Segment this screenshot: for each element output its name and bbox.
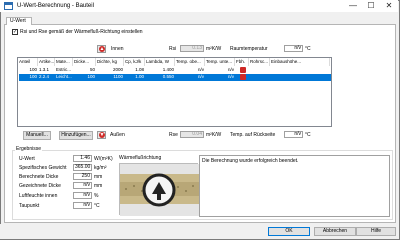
table-cell: 1.00: [135, 74, 144, 79]
column-header[interactable]: Dicke...: [73, 58, 96, 66]
app-icon: [4, 2, 13, 10]
humidity-label: Luftfeuchte innen: [19, 193, 58, 199]
table-cell: Leicht...: [56, 74, 72, 79]
column-header[interactable]: Temp. obe...: [175, 58, 205, 66]
back-temp-unit: °C: [305, 132, 311, 138]
room-temp-label: Raumtemperatur: [230, 46, 268, 52]
ok-button[interactable]: OK: [268, 227, 310, 236]
column-header[interactable]: Cp, kJ/k: [124, 58, 145, 66]
weight-unit: kg/m²: [94, 165, 107, 171]
table-cell: 2000: [112, 67, 123, 72]
calc-thickness-label: Berechnete Dicke: [19, 174, 59, 180]
inside-label: Innen: [111, 46, 124, 52]
flow-direction-checkbox[interactable]: ✓: [12, 29, 18, 35]
back-temp-field[interactable]: n/v: [284, 131, 303, 138]
results-group-title: Ergebnisse: [15, 146, 43, 152]
result-message: Die Berechnung wurde erfolgreich beendet…: [202, 158, 299, 164]
rsi-label: Rsi: [169, 46, 177, 52]
calc-thickness-field[interactable]: 250: [73, 173, 92, 180]
u-value-field[interactable]: 1.46: [73, 155, 92, 162]
dew-point-field[interactable]: n/v: [73, 202, 92, 209]
u-value-label: U-Wert: [19, 156, 35, 162]
table-cell: n/v: [197, 74, 204, 79]
help-button[interactable]: Hilfe: [356, 227, 396, 236]
calc-thickness-unit: mm: [94, 174, 103, 180]
rsi-unit: m²K/W: [206, 46, 222, 52]
table-cell: 1100: [113, 74, 123, 79]
floor-heating-red-icon[interactable]: [240, 74, 246, 80]
room-temp-unit: °C: [305, 46, 311, 52]
humidity-unit: %: [94, 193, 99, 199]
drawn-thickness-unit: mm: [94, 183, 103, 189]
flow-direction-title: Wärmeflußrichtung: [119, 155, 162, 161]
table-cell: 1.3.1: [39, 67, 50, 72]
weight-label: Spezifisches Gewicht: [19, 165, 67, 171]
close-button[interactable]: ✕: [380, 0, 398, 12]
table-cell: n/v: [197, 67, 204, 72]
column-header[interactable]: Fbh.: [235, 58, 249, 66]
outside-arrow-button[interactable]: ▼: [97, 131, 106, 139]
u-value-unit: W/(m²K): [94, 156, 113, 162]
wall-section-illustration: [120, 164, 199, 216]
inside-arrow-button[interactable]: ▲: [97, 45, 106, 53]
dew-point-unit: °C: [94, 203, 100, 209]
layers-table[interactable]: Anteil Artike... Mate... Dicke... Dichte…: [17, 57, 332, 127]
table-cell: 50: [89, 67, 95, 72]
rsi-field[interactable]: 0.13: [180, 45, 204, 52]
column-header[interactable]: Rohrsc...: [249, 58, 270, 66]
table-row[interactable]: 100 2.2.4 Leicht... 100 1100 1.00 0.550 …: [18, 74, 331, 81]
column-header[interactable]: Lambda, W: [145, 58, 175, 66]
table-cell: 100: [29, 67, 37, 72]
cancel-button[interactable]: Abbrechen: [314, 227, 356, 236]
flow-direction-image: [119, 163, 199, 216]
drawn-thickness-field[interactable]: n/v: [73, 182, 92, 189]
column-header[interactable]: Anteil: [18, 58, 38, 66]
arrow-up-icon: ▲: [99, 46, 105, 52]
column-header[interactable]: Einbaushöhe...: [270, 58, 330, 66]
flow-direction-label: Rsi und Rse gemäß der Wärmefluß-Richtung…: [20, 29, 143, 35]
table-cell: 2.2.4: [39, 74, 50, 79]
column-header[interactable]: Mate...: [55, 58, 73, 66]
rse-label: Rse: [169, 132, 178, 138]
table-cell: 0.550: [162, 74, 174, 79]
arrow-down-icon: ▼: [99, 132, 105, 138]
table-cell: 100: [29, 74, 37, 79]
table-cell: Estric...: [56, 67, 72, 72]
table-row[interactable]: 100 1.3.1 Estric... 50 2000 1.08 1.400 n…: [18, 67, 331, 73]
maximize-button[interactable]: ☐: [362, 0, 380, 12]
table-cell: 100: [87, 74, 95, 79]
drawn-thickness-label: Gezeichnete Dicke: [19, 183, 61, 189]
add-button[interactable]: Hinzufügen...: [59, 131, 93, 140]
tab-u-wert[interactable]: U-Wert: [6, 17, 32, 25]
column-header[interactable]: Artike...: [38, 58, 55, 66]
weight-field[interactable]: 365.00: [73, 164, 92, 171]
table-cell: n/v: [227, 67, 234, 72]
room-temp-field[interactable]: n/v: [284, 45, 303, 52]
floor-heating-red-icon[interactable]: [240, 67, 246, 73]
minimize-button[interactable]: —: [344, 0, 362, 12]
rse-unit: m²K/W: [206, 132, 222, 138]
column-header[interactable]: Temp. unte...: [205, 58, 235, 66]
table-cell: 1.400: [162, 67, 174, 72]
column-header[interactable]: Dichte, kg: [96, 58, 124, 66]
table-cell: n/v: [227, 74, 234, 79]
back-temp-label: Temp. auf Rückseite: [230, 132, 276, 138]
outside-label: Außen: [110, 132, 125, 138]
table-cell: 1.08: [135, 67, 144, 72]
result-message-box: Die Berechnung wurde erfolgreich beendet…: [199, 155, 390, 217]
dew-point-label: Taupunkt: [19, 203, 40, 209]
manual-button[interactable]: Manuell...: [23, 131, 51, 140]
rse-field[interactable]: 0.04: [180, 131, 204, 138]
window-title: U-Wert-Berechnung - Bauteil: [17, 3, 94, 9]
humidity-field[interactable]: n/v: [73, 192, 92, 199]
